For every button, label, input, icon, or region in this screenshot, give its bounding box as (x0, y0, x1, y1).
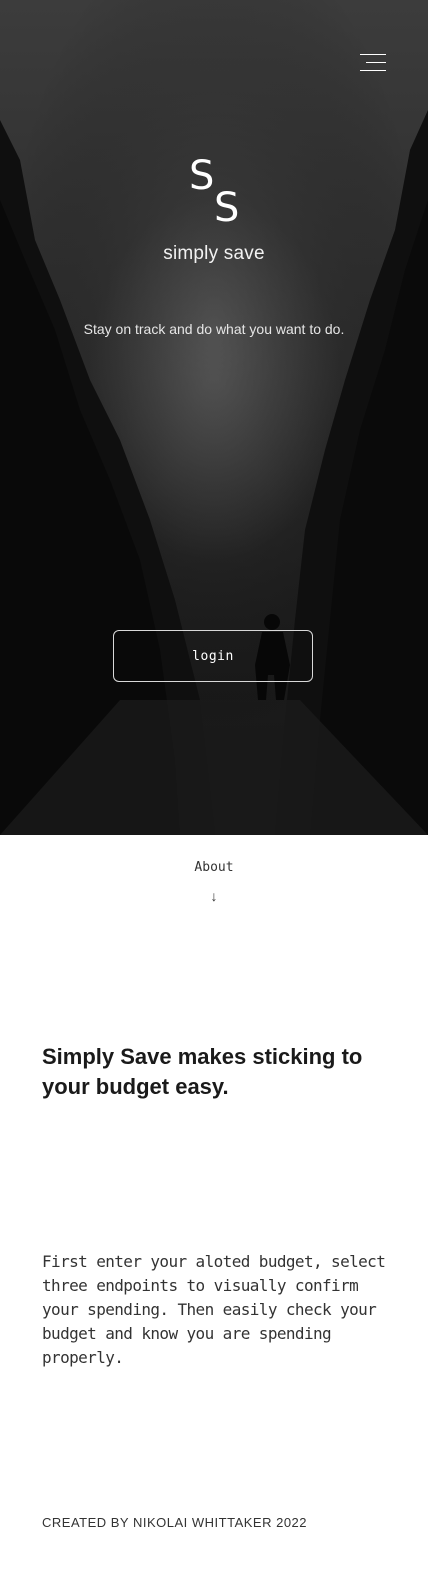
about-link[interactable]: About (0, 860, 428, 875)
app-name: simply save (163, 243, 265, 264)
hamburger-menu-icon[interactable] (360, 53, 386, 73)
arrow-down-icon[interactable]: ↓ (0, 888, 428, 904)
tagline: Stay on track and do what you want to do… (83, 321, 345, 337)
logo-letter-bottom: S (214, 185, 240, 231)
hero-section: S S simply save Stay on track and do wha… (0, 0, 428, 835)
description: First enter your aloted budget, select t… (42, 1252, 386, 1367)
footer-credit: CREATED BY NIKOLAI WHITTAKER 2022 (42, 1515, 308, 1530)
simply-save-logo: S S (186, 156, 246, 234)
login-button[interactable]: login (113, 630, 313, 682)
logo-letter-top: S (189, 153, 215, 199)
canyon-background-image (0, 0, 428, 835)
headline: Simply Save makes sticking to your budge… (42, 1044, 363, 1099)
